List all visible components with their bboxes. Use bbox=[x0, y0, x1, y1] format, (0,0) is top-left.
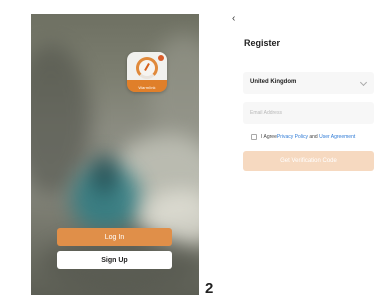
signup-button[interactable]: Sign Up bbox=[57, 251, 172, 269]
logo-dot bbox=[158, 55, 164, 61]
agree-and-text: and bbox=[307, 134, 320, 140]
background-blur bbox=[31, 44, 91, 194]
logo-brand-text: Warmlink bbox=[138, 85, 156, 90]
country-select[interactable]: United Kingdom bbox=[243, 72, 374, 94]
page-number: 2 bbox=[205, 280, 214, 295]
user-agreement-link[interactable]: User Agreement bbox=[319, 134, 355, 140]
chevron-down-icon bbox=[359, 78, 368, 87]
thermostat-dial-icon bbox=[136, 57, 158, 79]
left-margin bbox=[0, 0, 31, 295]
agree-prefix: I Agree bbox=[261, 134, 277, 140]
welcome-screen: Warmlink Log In Sign Up bbox=[31, 14, 199, 295]
country-select-value: United Kingdom bbox=[250, 79, 297, 85]
login-button[interactable]: Log In bbox=[57, 228, 172, 246]
agree-checkbox[interactable] bbox=[251, 134, 257, 140]
screenshot-canvas: Warmlink Log In Sign Up 2 ‹ Register Uni… bbox=[0, 0, 379, 295]
privacy-policy-link[interactable]: Privacy Policy bbox=[277, 134, 308, 140]
background-blur bbox=[93, 154, 117, 194]
email-field[interactable] bbox=[243, 102, 374, 124]
app-logo: Warmlink bbox=[127, 52, 167, 92]
page-title: Register bbox=[244, 38, 281, 48]
get-verification-code-button[interactable]: Get Verification Code bbox=[243, 151, 374, 171]
register-screen: ‹ Register United Kingdom I AgreePrivacy… bbox=[226, 13, 379, 295]
agreement-row: I AgreePrivacy Policy and User Agreement bbox=[251, 134, 355, 140]
back-arrow-icon[interactable]: ‹ bbox=[232, 13, 235, 24]
